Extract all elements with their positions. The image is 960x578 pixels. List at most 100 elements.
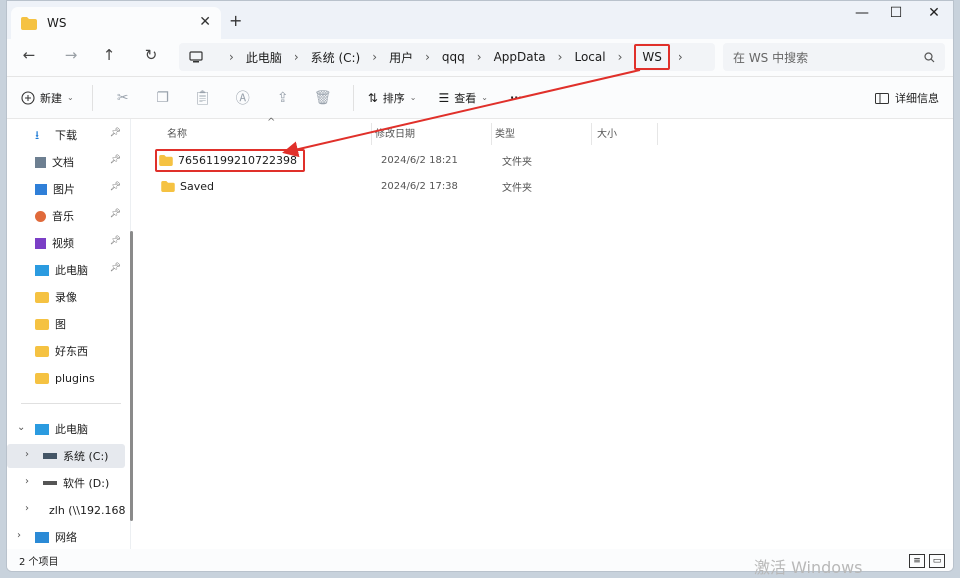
tree-item-network[interactable]: › 网络 <box>7 525 125 549</box>
view-label: 查看 <box>454 91 477 105</box>
sidebar-item-pictures[interactable]: 图片 📌︎ <box>7 177 125 201</box>
column-divider[interactable] <box>491 123 492 145</box>
tree-item-drive-c[interactable]: › 系统 (C:) <box>7 444 125 468</box>
maximize-button[interactable]: ☐ <box>879 5 913 21</box>
file-modified: 2024/6/2 18:21 <box>381 154 458 166</box>
file-explorer-window: WS ✕ + — ☐ ✕ ← → ↑ ↻ › 此电脑 › 系统 (C:) › 用户 ›… <box>6 0 954 572</box>
column-divider[interactable] <box>591 123 592 145</box>
pin-icon[interactable]: 📌︎ <box>110 128 121 138</box>
drive-icon <box>43 481 57 485</box>
chevron-down-icon[interactable]: ⌄ <box>17 422 25 433</box>
sidebar-item-goodstuff[interactable]: 好东西 <box>7 339 125 363</box>
details-view-icon[interactable]: ≡ <box>909 554 925 568</box>
breadcrumb-item-current[interactable]: WS <box>634 44 670 70</box>
back-button[interactable]: ← <box>17 46 41 64</box>
rename-icon[interactable]: Ⓐ <box>223 88 263 108</box>
details-pane-icon <box>875 92 889 104</box>
file-type: 文件夹 <box>502 156 532 168</box>
sidebar-item-images[interactable]: 图 <box>7 312 125 336</box>
column-header-size[interactable]: 大小 <box>597 125 617 140</box>
new-label: 新建 <box>40 91 62 105</box>
sidebar-item-label: 图片 <box>53 183 75 196</box>
chevron-right-icon[interactable]: › <box>25 476 29 487</box>
more-options-icon[interactable]: ··· <box>510 91 523 104</box>
sidebar-item-music[interactable]: 音乐 📌︎ <box>7 204 125 228</box>
sidebar-scrollbar[interactable] <box>130 231 133 521</box>
pictures-icon <box>35 183 47 195</box>
breadcrumb-item[interactable]: 系统 (C:) <box>311 49 361 66</box>
tab-ws[interactable]: WS ✕ <box>11 7 221 39</box>
column-header-modified[interactable]: 修改日期 <box>375 125 415 140</box>
navigation-pane: ⭳ 下载 📌︎ 文档 📌︎ 图片 📌︎ 音乐 📌︎ 视频 📌︎ 此电脑 📌︎ 录像 <box>7 119 131 553</box>
table-row[interactable]: Saved 2024/6/2 17:38 文件夹 <box>157 175 917 197</box>
folder-icon <box>161 180 175 192</box>
pin-icon[interactable]: 📌︎ <box>110 155 121 165</box>
column-divider[interactable] <box>371 123 372 145</box>
document-icon <box>35 156 46 168</box>
folder-icon <box>35 291 49 303</box>
breadcrumb-item[interactable]: 用户 <box>389 49 413 66</box>
column-header-name[interactable]: 名称 <box>167 125 187 140</box>
tree-item-drive-d[interactable]: › 软件 (D:) <box>7 471 125 495</box>
chevron-right-icon[interactable]: › <box>25 449 29 460</box>
tree-item-network-drive[interactable]: › zlh (\\192.168 <box>7 498 125 522</box>
network-icon <box>35 531 49 543</box>
name-cell: Saved <box>161 180 214 193</box>
tiles-view-icon[interactable]: ▭ <box>929 554 945 568</box>
chevron-right-icon[interactable]: › <box>17 530 21 541</box>
sidebar-item-documents[interactable]: 文档 📌︎ <box>7 150 125 174</box>
paste-icon[interactable]: 📋︎ <box>183 90 223 106</box>
search-input[interactable]: 在 WS 中搜索 <box>723 43 945 71</box>
tab-title: WS <box>47 16 67 30</box>
minimize-button[interactable]: — <box>845 5 879 21</box>
breadcrumb-item[interactable]: Local <box>574 50 605 64</box>
sidebar-item-label: 文档 <box>52 156 74 169</box>
sort-button[interactable]: ⇅ 排序 ⌄ <box>368 90 417 106</box>
item-count: 2 个项目 <box>19 556 59 568</box>
pin-icon[interactable]: 📌︎ <box>110 209 121 219</box>
sidebar-item-downloads[interactable]: ⭳ 下载 📌︎ <box>7 123 125 147</box>
sidebar-item-videos[interactable]: 视频 📌︎ <box>7 231 125 255</box>
breadcrumb-item[interactable]: AppData <box>494 50 546 64</box>
sidebar-item-label: zlh (\\192.168 <box>49 503 125 517</box>
column-divider[interactable] <box>657 123 658 145</box>
folder-icon <box>35 345 49 357</box>
copy-icon[interactable]: ❐ <box>143 90 183 106</box>
sidebar-item-plugins[interactable]: plugins <box>7 366 125 390</box>
pin-icon[interactable]: 📌︎ <box>110 182 121 192</box>
details-button[interactable]: 详细信息 <box>875 90 939 106</box>
view-icon: ☰ <box>438 90 450 105</box>
divider <box>352 84 354 111</box>
sidebar-item-recordings[interactable]: 录像 <box>7 285 125 309</box>
computer-icon <box>35 264 49 276</box>
command-bar: 新建 ⌄ ✂ ❐ 📋︎ Ⓐ ⇪ 🗑︎ ⇅ 排序 ⌄ ☰ 查看 ⌄ ··· 详细信… <box>7 77 953 119</box>
address-bar[interactable]: › 此电脑 › 系统 (C:) › 用户 › qqq › AppData › Local ›… <box>179 43 715 71</box>
up-button[interactable]: ↑ <box>97 46 121 64</box>
column-header-type[interactable]: 类型 <box>495 125 515 140</box>
delete-icon[interactable]: 🗑︎ <box>303 90 343 106</box>
pin-icon[interactable]: 📌︎ <box>110 236 121 246</box>
sidebar-item-label: 软件 (D:) <box>63 477 110 490</box>
pin-icon[interactable]: 📌︎ <box>110 263 121 273</box>
new-tab-button[interactable]: + <box>229 11 242 30</box>
close-tab-icon[interactable]: ✕ <box>199 14 211 30</box>
refresh-button[interactable]: ↻ <box>139 46 163 64</box>
sidebar-item-this-pc[interactable]: 此电脑 📌︎ <box>7 258 125 282</box>
file-modified: 2024/6/2 17:38 <box>381 180 458 192</box>
chevron-right-icon[interactable]: › <box>25 503 29 514</box>
file-type: 文件夹 <box>502 182 532 194</box>
share-icon[interactable]: ⇪ <box>263 90 303 106</box>
plus-circle-icon <box>21 90 35 105</box>
details-label: 详细信息 <box>895 92 939 105</box>
table-row[interactable]: 76561199210722398 2024/6/2 18:21 文件夹 <box>155 148 917 172</box>
divider <box>91 84 93 111</box>
forward-button[interactable]: → <box>59 46 83 64</box>
tree-item-this-pc[interactable]: ⌄ 此电脑 <box>7 417 125 441</box>
highlighted-folder[interactable]: 76561199210722398 <box>155 148 305 172</box>
cut-icon[interactable]: ✂ <box>103 90 143 106</box>
close-window-button[interactable]: ✕ <box>917 5 951 21</box>
view-button[interactable]: ☰ 查看 ⌄ <box>438 90 487 106</box>
new-button[interactable]: 新建 ⌄ <box>21 90 74 106</box>
breadcrumb-item[interactable]: 此电脑 <box>246 49 282 66</box>
breadcrumb-item[interactable]: qqq <box>442 50 465 64</box>
